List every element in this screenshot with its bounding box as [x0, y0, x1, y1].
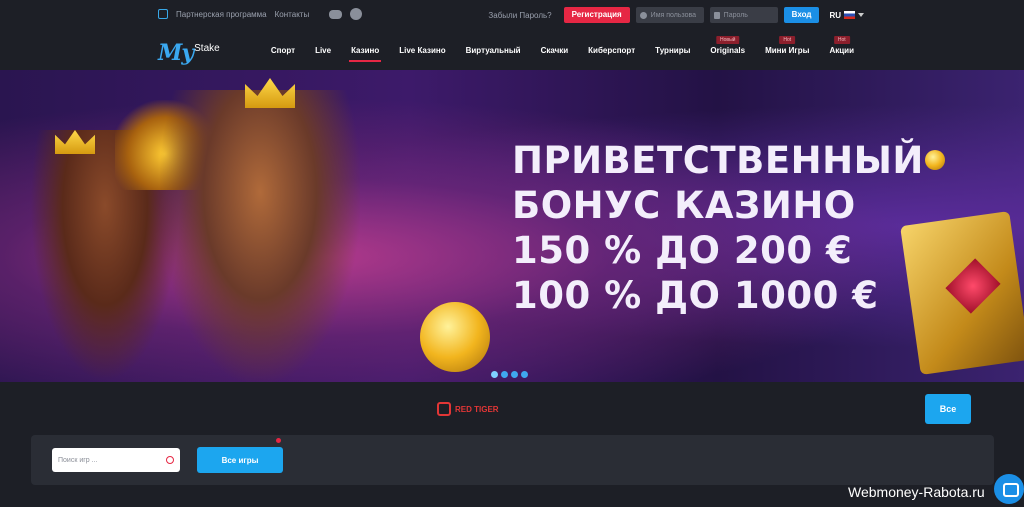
nav-item[interactable]: Live — [305, 32, 341, 70]
banner-line-3: 150 % ДО 200 € — [512, 229, 853, 272]
all-providers-button[interactable]: Все — [925, 394, 971, 424]
nav-menu: Спорт Live Казино Live Казино Виртуальный Ска… — [261, 32, 864, 70]
banner-line-2: БОНУС КАЗИНО — [512, 184, 856, 227]
logo-my: My — [158, 40, 194, 66]
watermark-text: Webmoney-Rabota.ru — [848, 484, 985, 500]
nav-badge: Новый — [716, 36, 740, 44]
crown-icon — [245, 78, 295, 108]
chevron-down-icon — [858, 13, 864, 17]
slider-dot[interactable] — [491, 371, 498, 378]
nav-badge: Hot — [779, 36, 796, 44]
briefcase-icon — [158, 9, 168, 19]
logo[interactable]: My Stake — [158, 38, 220, 66]
contacts-link[interactable]: Контакты — [275, 10, 310, 19]
search-icon[interactable] — [166, 456, 174, 464]
banner-line-4: 100 % ДО 1000 € — [512, 274, 879, 317]
tiger-icon — [437, 402, 451, 416]
search-placeholder: Поиск игр ... — [58, 456, 98, 464]
nav-badge: Hot — [833, 36, 850, 44]
russia-flag-icon — [844, 11, 855, 19]
nav-item[interactable]: Originals Новый — [700, 32, 755, 70]
nav-item[interactable]: Скачки — [531, 32, 579, 70]
red-tiger-logo[interactable]: RED TIGER — [437, 402, 499, 416]
nav-item[interactable]: Киберспорт — [578, 32, 645, 70]
nav-item[interactable]: Виртуальный — [456, 32, 531, 70]
chat-icon[interactable] — [994, 474, 1024, 504]
search-panel: Поиск игр ... Все игры — [31, 435, 994, 485]
register-button[interactable]: Регистрация — [563, 7, 630, 23]
coin-icon — [420, 302, 490, 372]
login-button[interactable]: Вход — [783, 7, 820, 23]
banner-line-1: ПРИВЕТСТВЕННЫЙ — [512, 139, 924, 182]
language-selector[interactable]: RU — [829, 11, 864, 20]
username-field[interactable]: Имя пользова — [635, 7, 704, 23]
language-code: RU — [829, 10, 841, 20]
auth-area: Забыли Пароль? Регистрация Имя пользова … — [488, 7, 864, 23]
promo-banner[interactable]: ПРИВЕТСТВЕННЫЙ БОНУС КАЗИНО 150 % ДО 200… — [0, 70, 1024, 382]
user-icon — [639, 11, 647, 19]
password-placeholder: Пароль — [723, 11, 748, 19]
logo-stake: Stake — [194, 43, 220, 54]
nav-item[interactable]: Спорт — [261, 32, 305, 70]
top-bar: Партнерская программа Контакты Забыли Па… — [0, 0, 1024, 32]
main-nav: My Stake Спорт Live Казино Live Казино Вирту… — [0, 32, 1024, 70]
top-links: Партнерская программа Контакты — [158, 8, 363, 20]
telegram-icon[interactable] — [350, 8, 363, 20]
nav-item[interactable]: Турниры — [645, 32, 700, 70]
password-field[interactable]: Пароль — [709, 7, 778, 23]
provider-bar: RED TIGER Все — [0, 382, 1024, 432]
all-games-button[interactable]: Все игры — [197, 447, 283, 473]
nav-item[interactable]: Мини Игры Hot — [755, 32, 819, 70]
discord-icon[interactable] — [329, 9, 343, 19]
username-placeholder: Имя пользова — [650, 11, 697, 19]
coin-icon — [925, 150, 945, 170]
nav-item[interactable]: Акции Hot — [819, 32, 864, 70]
search-input[interactable]: Поиск игр ... — [52, 448, 180, 472]
notification-dot — [276, 438, 281, 443]
forgot-password-link[interactable]: Забыли Пароль? — [488, 11, 551, 20]
nav-item[interactable]: Live Казино — [389, 32, 455, 70]
slider-dot[interactable] — [521, 371, 528, 378]
lock-icon — [713, 11, 720, 19]
slider-dots — [491, 371, 528, 378]
provider-name: RED TIGER — [455, 404, 499, 414]
character-man — [160, 90, 360, 382]
partner-program-link[interactable]: Партнерская программа — [176, 10, 267, 19]
slider-dot[interactable] — [501, 371, 508, 378]
slider-dot[interactable] — [511, 371, 518, 378]
banner-text: ПРИВЕТСТВЕННЫЙ БОНУС КАЗИНО 150 % ДО 200… — [512, 138, 924, 318]
nav-item[interactable]: Казино — [341, 32, 389, 70]
